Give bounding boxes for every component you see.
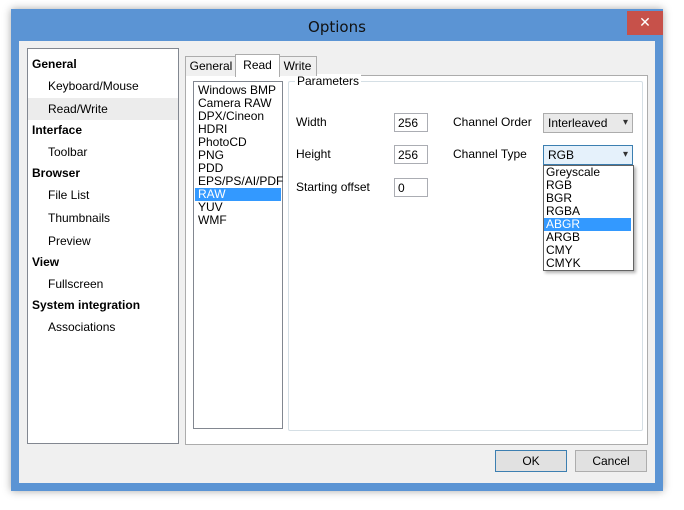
nav-item-label: Preview <box>48 234 91 248</box>
nav-item-label: Thumbnails <box>48 211 111 225</box>
tab-write[interactable]: Write <box>278 56 317 76</box>
nav-item[interactable]: Fullscreen <box>28 273 178 295</box>
nav-item[interactable]: Keyboard/Mouse <box>28 75 178 97</box>
close-icon: ✕ <box>639 14 651 30</box>
nav-item[interactable]: Read/Write <box>28 98 178 120</box>
nav-category-1[interactable]: Interface <box>32 123 82 137</box>
parameters-legend: Parameters <box>295 74 362 88</box>
nav-category-4[interactable]: System integration <box>32 298 140 312</box>
format-list[interactable]: Windows BMP Camera RAW DPX/Cineon HDRI Photo… <box>193 81 283 429</box>
cancel-button[interactable]: Cancel <box>575 450 647 472</box>
title-bar[interactable]: Options ✕ <box>11 9 663 41</box>
channel-type-select[interactable]: RGB ▾ <box>543 145 633 165</box>
chevron-down-icon: ▾ <box>622 149 628 160</box>
ok-button[interactable]: OK <box>495 450 567 472</box>
dropdown-option[interactable]: CMYK <box>544 257 631 270</box>
format-list-item[interactable]: WMF <box>195 214 281 227</box>
nav-item-label: File List <box>48 188 90 202</box>
nav-item[interactable]: Associations <box>28 316 178 338</box>
nav-item-label: Toolbar <box>48 145 88 159</box>
tab-general[interactable]: General <box>185 56 237 76</box>
dialog-client: General Keyboard/Mouse Read/Write Interface… <box>19 41 655 483</box>
width-label: Width <box>296 115 327 129</box>
channel-order-label: Channel Order <box>453 115 532 129</box>
channel-type-dropdown[interactable]: Greyscale RGB BGR RGBA ABGR ARGB CMY CMYK <box>543 165 634 271</box>
nav-item-label: Read/Write <box>48 102 108 116</box>
nav-category-0[interactable]: General <box>32 57 77 71</box>
parameters-group: Parameters Width 256 Height 256 Starting… <box>288 74 643 431</box>
nav-item-label: Keyboard/Mouse <box>48 79 139 93</box>
starting-offset-label: Starting offset <box>296 180 370 194</box>
nav-item-label: Fullscreen <box>48 277 104 291</box>
nav-category-3[interactable]: View <box>32 255 59 269</box>
nav-item[interactable]: Thumbnails <box>28 207 178 229</box>
width-input[interactable]: 256 <box>394 113 428 132</box>
window-title: Options <box>308 18 366 36</box>
height-label: Height <box>296 147 331 161</box>
nav-category-2[interactable]: Browser <box>32 166 80 180</box>
tab-read[interactable]: Read <box>235 54 280 77</box>
nav-item[interactable]: Toolbar <box>28 141 178 163</box>
close-button[interactable]: ✕ <box>627 11 663 35</box>
category-tree[interactable]: General Keyboard/Mouse Read/Write Interface… <box>27 48 179 444</box>
height-input[interactable]: 256 <box>394 145 428 164</box>
channel-type-value: RGB <box>548 148 575 162</box>
options-window: Options ✕ General Keyboard/Mouse Read/Writ… <box>11 9 663 491</box>
channel-type-label: Channel Type <box>453 147 527 161</box>
channel-order-select[interactable]: Interleaved ▾ <box>543 113 633 133</box>
nav-item[interactable]: Preview <box>28 230 178 252</box>
nav-item[interactable]: File List <box>28 184 178 206</box>
chevron-down-icon: ▾ <box>622 117 628 128</box>
nav-item-label: Associations <box>48 320 116 334</box>
tab-panel-read: Windows BMP Camera RAW DPX/Cineon HDRI Photo… <box>185 74 648 445</box>
channel-order-value: Interleaved <box>548 116 608 130</box>
starting-offset-input[interactable]: 0 <box>394 178 428 197</box>
